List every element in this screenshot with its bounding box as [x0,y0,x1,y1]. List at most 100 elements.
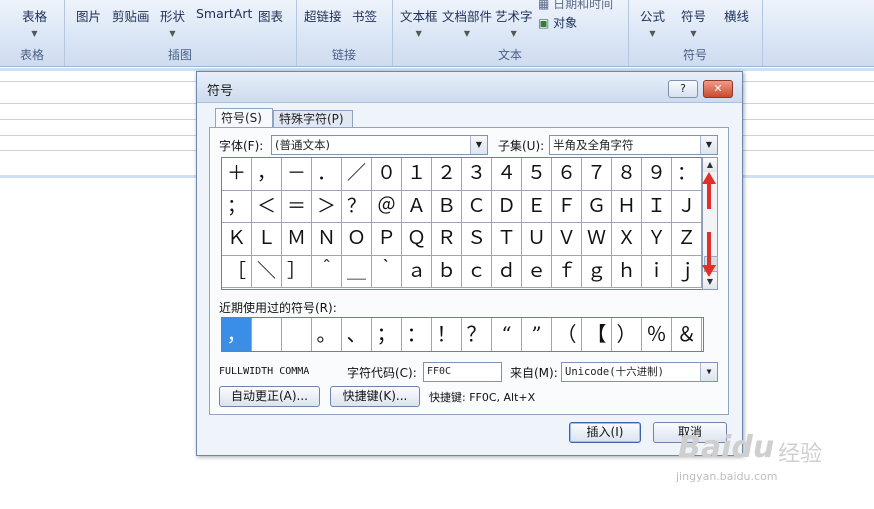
recent-symbol-cell[interactable] [282,318,312,351]
tab-special-characters[interactable]: 特殊字符(P) [273,110,353,128]
symbol-cell[interactable]: ｄ [492,255,522,288]
symbol-cell[interactable]: Ｄ [492,190,522,223]
symbol-cell[interactable]: ｀ [372,255,402,288]
recent-symbol-cell[interactable]: 。 [312,318,342,351]
dialog-titlebar[interactable]: 符号 ? ✕ [197,72,742,103]
scroll-down-icon[interactable]: ▼ [703,275,717,289]
symbol-cell[interactable]: ； [222,190,252,223]
recent-symbol-cell[interactable]: （ [552,318,582,351]
symbol-cell[interactable]: Ｋ [222,223,252,256]
symbol-cell[interactable]: Ｈ [612,190,642,223]
textbox-button[interactable]: 文本框 ▼ [400,6,438,38]
recent-symbol-cell[interactable]: ， [222,318,252,351]
symbol-cell[interactable]: ＾ [312,255,342,288]
recent-symbol-cell[interactable]: ！ [432,318,462,351]
symbol-cell[interactable]: Ｑ [402,223,432,256]
symbol-cell[interactable]: Ｓ [462,223,492,256]
symbol-cell[interactable]: ＝ [282,190,312,223]
symbol-cell[interactable]: ： [672,158,702,191]
symbol-cell[interactable]: Ｖ [552,223,582,256]
quickparts-button[interactable]: 文档部件 ▼ [442,6,492,38]
symbol-cell[interactable]: ］ [282,255,312,288]
symbol-cell[interactable]: Ｉ [642,190,672,223]
symbol-cell[interactable]: ９ [642,158,672,191]
symbol-cell[interactable]: ＼ [252,255,282,288]
recent-symbol-cell[interactable]: 、 [342,318,372,351]
horizontal-line-button[interactable]: 横线 [724,6,749,25]
symbol-cell[interactable]: ｅ [522,255,552,288]
symbol-cell[interactable]: Ｗ [582,223,612,256]
close-button[interactable]: ✕ [703,80,733,98]
symbol-cell[interactable]: ０ [372,158,402,191]
symbol-cell[interactable]: Ｘ [612,223,642,256]
symbol-cell[interactable]: Ｙ [642,223,672,256]
scroll-up-icon[interactable]: ▲ [703,158,717,172]
symbol-cell[interactable]: ＋ [222,158,252,191]
symbol-cell[interactable]: Ｍ [282,223,312,256]
recent-symbol-cell[interactable]: 【 [582,318,612,351]
symbol-cell[interactable]: ６ [552,158,582,191]
chevron-down-icon[interactable]: ▼ [700,363,717,381]
symbol-cell[interactable]: Ｎ [312,223,342,256]
symbol-button[interactable]: 符号 ▼ [681,6,706,38]
recent-symbol-cell[interactable] [252,318,282,351]
symbol-cell[interactable]: ｇ [582,255,612,288]
tab-symbols[interactable]: 符号(S) [215,108,273,128]
symbol-cell[interactable]: ？ [342,190,372,223]
symbol-cell[interactable]: Ｃ [462,190,492,223]
chevron-down-icon[interactable]: ▼ [470,136,487,154]
object-button[interactable]: ▣ 对象 [538,14,577,31]
recent-symbol-cell[interactable]: ％ [642,318,672,351]
symbol-cell[interactable]: ２ [432,158,462,191]
wordart-button[interactable]: 艺术字 ▼ [495,6,533,38]
symbol-cell[interactable]: Ｅ [522,190,552,223]
symbol-cell[interactable]: ＠ [372,190,402,223]
recent-symbol-cell[interactable]: ？ [462,318,492,351]
datetime-button[interactable]: ▦ 日期和时间 [538,0,613,12]
symbol-cell[interactable]: Ｆ [552,190,582,223]
symbol-cell[interactable]: ｈ [612,255,642,288]
symbol-cell[interactable]: Ｇ [582,190,612,223]
picture-button[interactable]: 图片 [76,6,101,25]
symbol-cell[interactable]: １ [402,158,432,191]
shortcut-key-button[interactable]: 快捷键(K)... [330,386,420,407]
autocorrect-button[interactable]: 自动更正(A)... [219,386,320,407]
symbol-cell[interactable]: Ｐ [372,223,402,256]
symbol-cell[interactable]: ｂ [432,255,462,288]
clipart-button[interactable]: 剪贴画 [112,6,150,25]
symbol-cell[interactable]: Ａ [402,190,432,223]
symbol-cell[interactable]: Ｕ [522,223,552,256]
symbol-cell[interactable]: ｆ [552,255,582,288]
shapes-button[interactable]: 形状 ▼ [160,6,185,38]
symbol-cell[interactable]: Ｂ [432,190,462,223]
font-select[interactable]: (普通文本) ▼ [271,135,488,155]
symbol-cell[interactable]: ｊ [672,255,702,288]
from-select[interactable]: Unicode(十六进制) ▼ [561,362,718,382]
table-button[interactable]: 表格 ▼ [22,6,47,38]
symbol-cell[interactable]: ＜ [252,190,282,223]
recent-symbol-cell[interactable]: ＆ [672,318,702,351]
equation-button[interactable]: 公式 ▼ [640,6,665,38]
chevron-down-icon[interactable]: ▼ [700,136,717,154]
symbol-cell[interactable]: ８ [612,158,642,191]
recent-symbol-cell[interactable]: ） [612,318,642,351]
symbol-cell[interactable]: ５ [522,158,552,191]
symbol-cell[interactable]: Ｒ [432,223,462,256]
symbol-cell[interactable]: ３ [462,158,492,191]
symbol-cell[interactable]: ｃ [462,255,492,288]
symbol-cell[interactable]: ＞ [312,190,342,223]
symbol-cell[interactable]: ［ [222,255,252,288]
help-button[interactable]: ? [668,80,698,98]
symbol-cell[interactable]: ４ [492,158,522,191]
symbol-cell[interactable]: Ｚ [672,223,702,256]
symbol-cell[interactable]: Ｏ [342,223,372,256]
recent-symbol-cell[interactable]: ： [402,318,432,351]
symbol-cell[interactable]: ， [252,158,282,191]
symbol-cell[interactable]: － [282,158,312,191]
subset-select[interactable]: 半角及全角字符 ▼ [549,135,718,155]
recent-symbol-cell[interactable]: ； [372,318,402,351]
symbol-cell[interactable]: Ｌ [252,223,282,256]
chart-button[interactable]: 图表 [258,6,283,25]
character-code-input[interactable]: FF0C [423,362,502,382]
symbol-cell[interactable]: Ｔ [492,223,522,256]
